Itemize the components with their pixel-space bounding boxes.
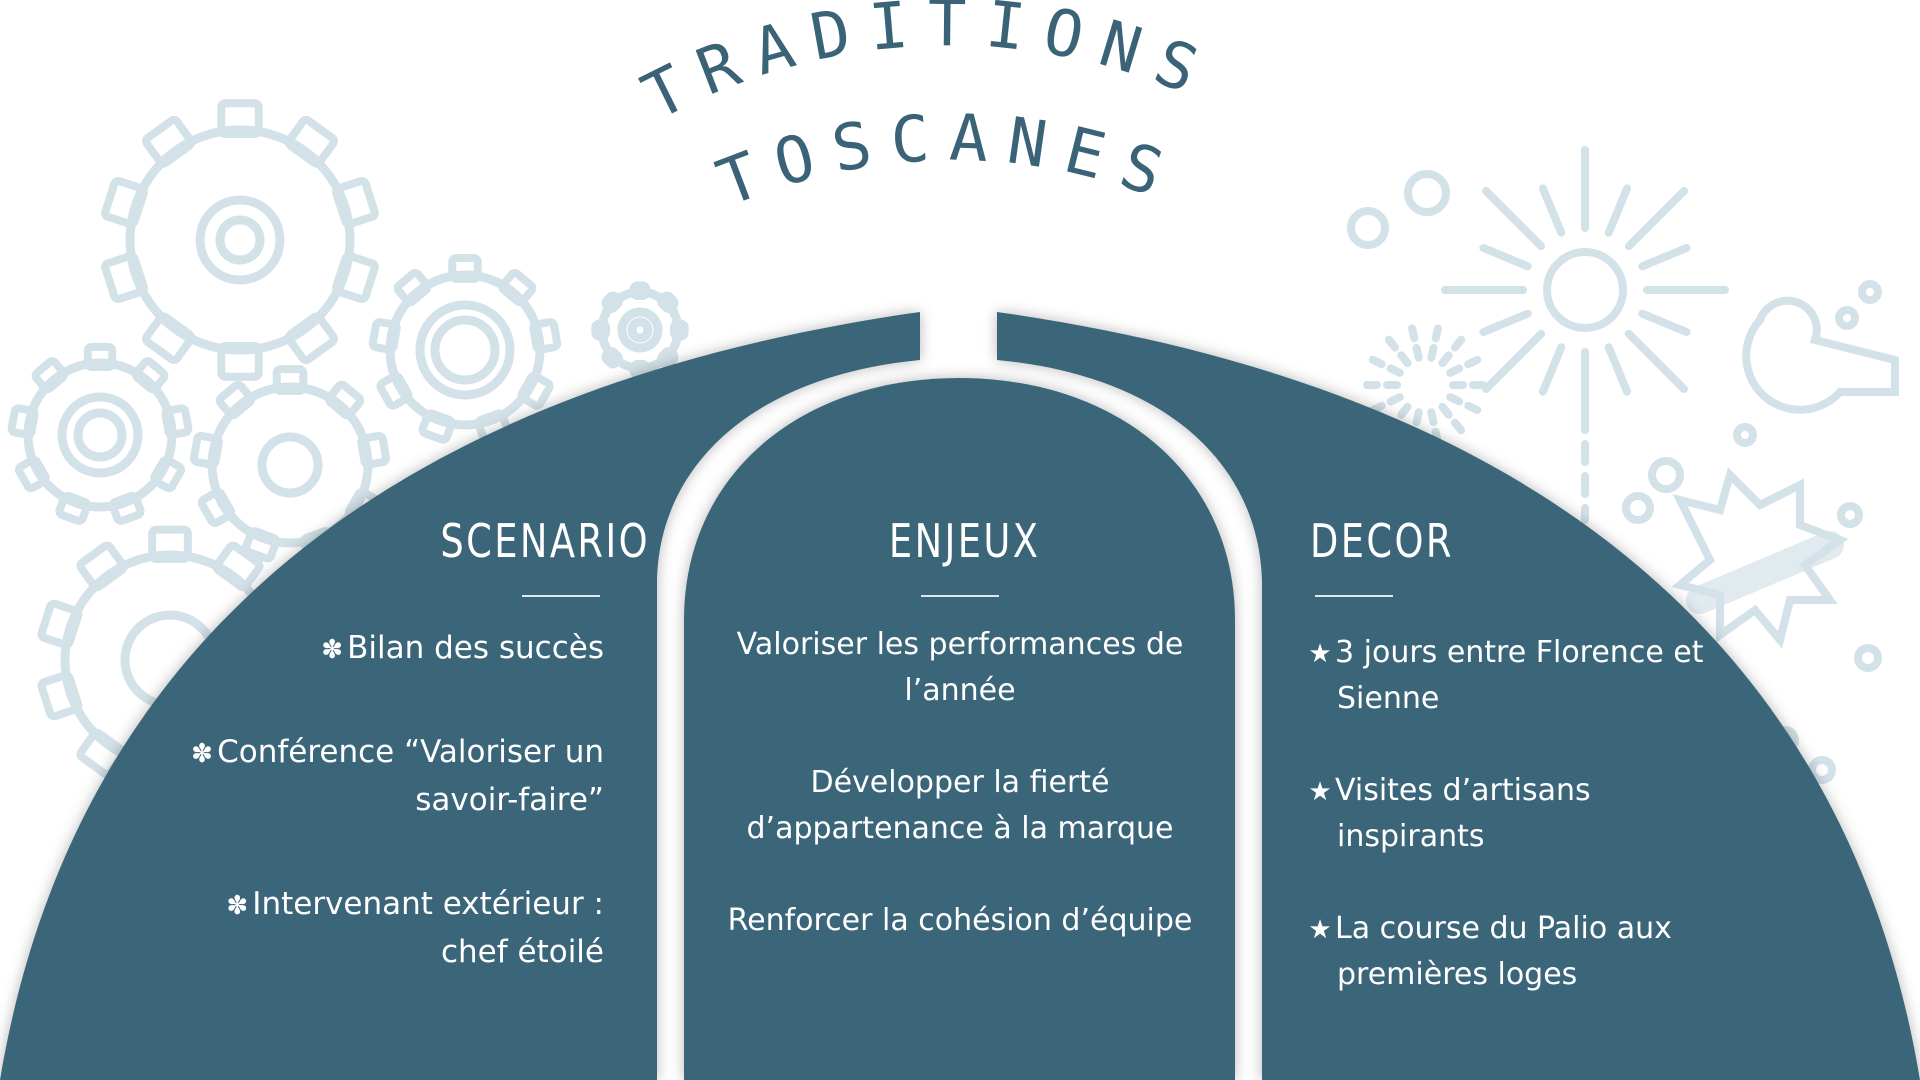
star-icon: ★ <box>1308 777 1332 807</box>
gear-icon: ✽ <box>226 891 249 921</box>
gear-icon: ✽ <box>191 739 213 769</box>
list-item: Développer la fierté d’appartenance à la… <box>746 765 1174 846</box>
list-item: ★ 3 jours entre Florence et Sienne <box>1305 630 1735 722</box>
list-item: ★ Visites d’artisans inspirants <box>1305 768 1735 860</box>
list-item: ✽ Conférence “Valoriser un savoir-faire” <box>160 728 604 824</box>
star-icon: ★ <box>1308 639 1332 669</box>
title-line-2: TOSCANES <box>708 101 1189 221</box>
decor-list: ★ 3 jours entre Florence et Sienne ★ Visit… <box>1305 630 1735 1044</box>
divider-decor <box>1315 595 1393 597</box>
heading-enjeux: ENJEUX <box>888 514 1041 568</box>
heading-decor: DECOR <box>1310 514 1454 568</box>
heading-scenario: SCENARIO <box>440 514 650 568</box>
list-item: Renforcer la cohésion d’équipe <box>727 903 1193 938</box>
divider-enjeux <box>921 595 999 597</box>
enjeux-list: Valoriser les performances de l’année Dé… <box>720 622 1200 990</box>
star-icon: ★ <box>1308 915 1332 945</box>
infographic-canvas: TRADITIONS TOSCANES SCENARIO ✽ Bilan des … <box>0 0 1920 1080</box>
gear-icon: ✽ <box>321 635 344 665</box>
divider-scenario <box>522 595 600 597</box>
list-item: ✽ Intervenant extérieur : chef étoilé <box>160 880 604 976</box>
scenario-list: ✽ Bilan des succès ✽ Conférence “Valoriser… <box>160 624 604 1032</box>
list-item: ★ La course du Palio aux premières loges <box>1305 906 1735 998</box>
list-item: Valoriser les performances de l’année <box>736 627 1184 708</box>
list-item: ✽ Bilan des succès <box>160 624 604 672</box>
